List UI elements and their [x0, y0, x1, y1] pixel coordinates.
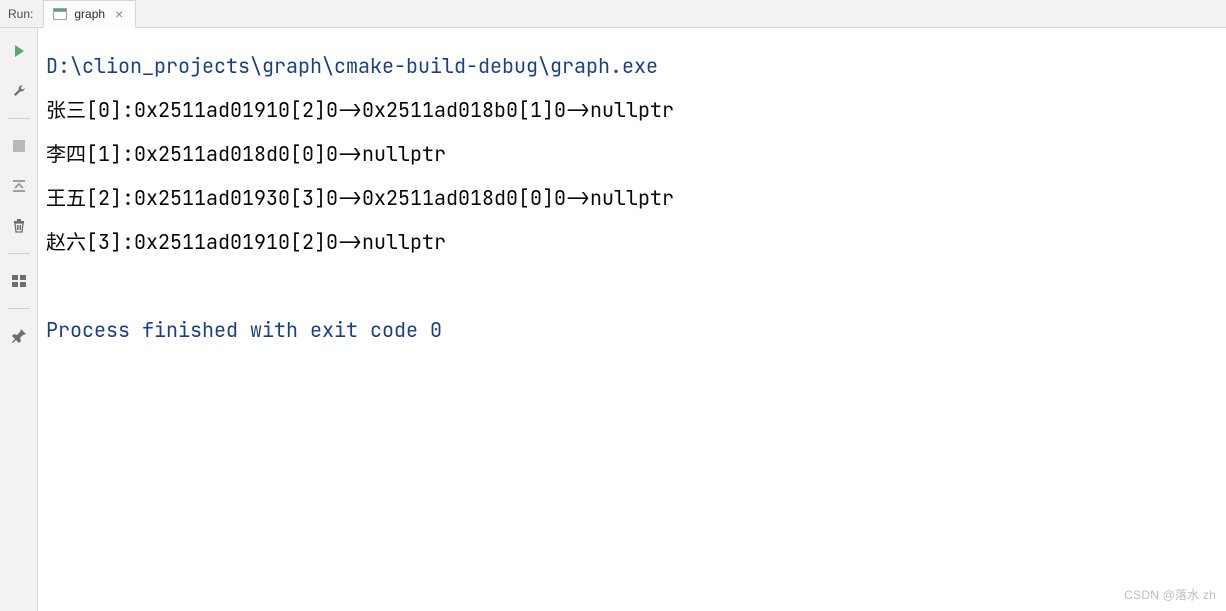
exit-message: Process finished with exit code 0 — [46, 317, 442, 343]
toolbar-separator — [8, 308, 30, 309]
scroll-to-top-icon — [11, 178, 27, 194]
run-tab-graph[interactable]: graph × — [43, 0, 136, 28]
toolbar-separator — [8, 118, 30, 119]
output-line: 赵六[3]:0x2511ad01910[2]0->nullptr — [46, 229, 446, 255]
run-icon — [11, 43, 27, 59]
scroll-to-stack-button[interactable] — [6, 173, 32, 199]
trash-icon — [11, 218, 27, 234]
layout-icon — [11, 273, 27, 289]
output-line: 李四[1]:0x2511ad018d0[0]0->nullptr — [46, 141, 446, 167]
console-output[interactable]: D:\clion_projects\graph\cmake-build-debu… — [38, 28, 1226, 611]
app-file-icon — [52, 6, 68, 22]
edit-config-button[interactable] — [6, 78, 32, 104]
run-label: Run: — [8, 7, 43, 21]
command-path: D:\clion_projects\graph\cmake-build-debu… — [46, 53, 658, 79]
close-icon[interactable]: × — [113, 7, 125, 21]
wrench-icon — [11, 83, 27, 99]
layout-button[interactable] — [6, 268, 32, 294]
watermark: CSDN @落水 zh — [1124, 586, 1216, 603]
output-line: 王五[2]:0x2511ad01930[3]0->0x2511ad018d0[0… — [46, 185, 674, 211]
stop-button[interactable] — [6, 133, 32, 159]
console-text: D:\clion_projects\graph\cmake-build-debu… — [46, 44, 1218, 352]
clear-all-button[interactable] — [6, 213, 32, 239]
run-tool-window-body: D:\clion_projects\graph\cmake-build-debu… — [0, 28, 1226, 611]
toolbar-separator — [8, 253, 30, 254]
run-tab-label: graph — [74, 7, 105, 21]
stop-icon — [12, 139, 26, 153]
pin-icon — [11, 328, 27, 344]
run-tool-window-header: Run: graph × — [0, 0, 1226, 28]
output-line: 张三[0]:0x2511ad01910[2]0->0x2511ad018b0[1… — [46, 97, 674, 123]
pin-button[interactable] — [6, 323, 32, 349]
run-left-toolbar — [0, 28, 38, 611]
rerun-button[interactable] — [6, 38, 32, 64]
